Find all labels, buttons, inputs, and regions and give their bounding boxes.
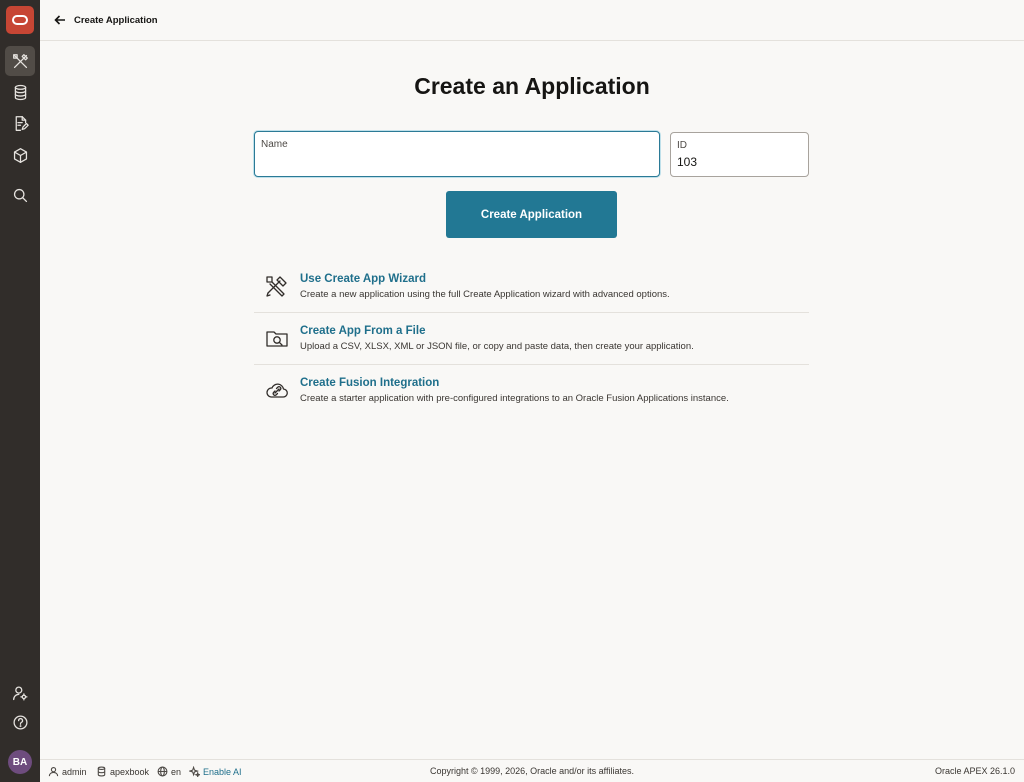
breadcrumb-title: Create Application bbox=[74, 14, 158, 26]
footer-language[interactable]: en bbox=[157, 766, 181, 777]
sidebar: BA bbox=[0, 0, 40, 782]
database-icon bbox=[97, 766, 106, 777]
create-application-button[interactable]: Create Application bbox=[446, 191, 617, 238]
gallery-button[interactable] bbox=[5, 140, 35, 170]
id-field[interactable]: ID 103 bbox=[670, 132, 809, 177]
administration-button[interactable] bbox=[5, 678, 35, 708]
search-icon bbox=[13, 188, 27, 202]
id-field-value[interactable]: 103 bbox=[677, 155, 697, 169]
create-options-list: Use Create App Wizard Create a new appli… bbox=[254, 261, 809, 417]
id-field-label: ID bbox=[677, 140, 687, 151]
user-avatar[interactable]: BA bbox=[8, 750, 32, 774]
back-button[interactable] bbox=[54, 13, 68, 27]
user-icon bbox=[48, 767, 59, 777]
help-icon bbox=[12, 714, 28, 730]
cloud-link-icon bbox=[264, 377, 290, 403]
sparkle-icon bbox=[189, 766, 200, 777]
footer-language-label: en bbox=[171, 766, 182, 777]
name-field[interactable]: Name bbox=[254, 131, 660, 177]
help-button[interactable] bbox=[5, 707, 35, 737]
footer-user[interactable]: admin bbox=[48, 766, 87, 777]
option-create-fusion-integration[interactable]: Create Fusion Integration Create a start… bbox=[254, 365, 809, 417]
footer-user-label: admin bbox=[62, 766, 87, 777]
footer-workspace[interactable]: apexbook bbox=[96, 766, 149, 777]
user-settings-icon bbox=[12, 685, 28, 701]
footer-enable-ai[interactable]: Enable AI bbox=[189, 766, 242, 777]
folder-search-icon bbox=[264, 325, 290, 351]
oracle-logo[interactable] bbox=[6, 6, 34, 34]
topbar: Create Application bbox=[40, 0, 1024, 41]
option-title[interactable]: Use Create App Wizard bbox=[300, 273, 426, 285]
search-button[interactable] bbox=[5, 180, 35, 210]
option-description: Create a starter application with pre-co… bbox=[300, 393, 729, 404]
footer: Copyright © 1999, 2026, Oracle and/or it… bbox=[40, 759, 1024, 782]
option-create-app-wizard[interactable]: Use Create App Wizard Create a new appli… bbox=[254, 261, 809, 313]
database-icon bbox=[14, 84, 26, 100]
option-title[interactable]: Create App From a File bbox=[300, 325, 425, 337]
name-field-label: Name bbox=[261, 139, 288, 150]
option-title[interactable]: Create Fusion Integration bbox=[300, 377, 439, 389]
app-builder-button[interactable] bbox=[5, 46, 35, 76]
enable-ai-link[interactable]: Enable AI bbox=[203, 767, 242, 777]
cube-icon bbox=[13, 147, 27, 163]
copyright-text: Copyright © 1999, 2026, Oracle and/or it… bbox=[429, 766, 635, 776]
tools-icon bbox=[12, 53, 28, 68]
name-input[interactable] bbox=[260, 153, 652, 167]
option-create-app-from-file[interactable]: Create App From a File Upload a CSV, XLS… bbox=[254, 313, 809, 365]
team-development-button[interactable] bbox=[5, 108, 35, 138]
arrow-left-icon bbox=[54, 15, 65, 25]
sql-workshop-button[interactable] bbox=[5, 77, 35, 107]
wizard-tools-icon bbox=[264, 273, 290, 299]
document-edit-icon bbox=[15, 115, 29, 131]
footer-workspace-label: apexbook bbox=[110, 766, 150, 777]
option-description: Create a new application using the full … bbox=[300, 289, 670, 300]
option-description: Upload a CSV, XLSX, XML or JSON file, or… bbox=[300, 341, 694, 352]
version-text: Oracle APEX 26.1.0 bbox=[934, 766, 1015, 776]
page-title: Create an Application bbox=[414, 73, 650, 99]
globe-icon bbox=[157, 766, 168, 777]
